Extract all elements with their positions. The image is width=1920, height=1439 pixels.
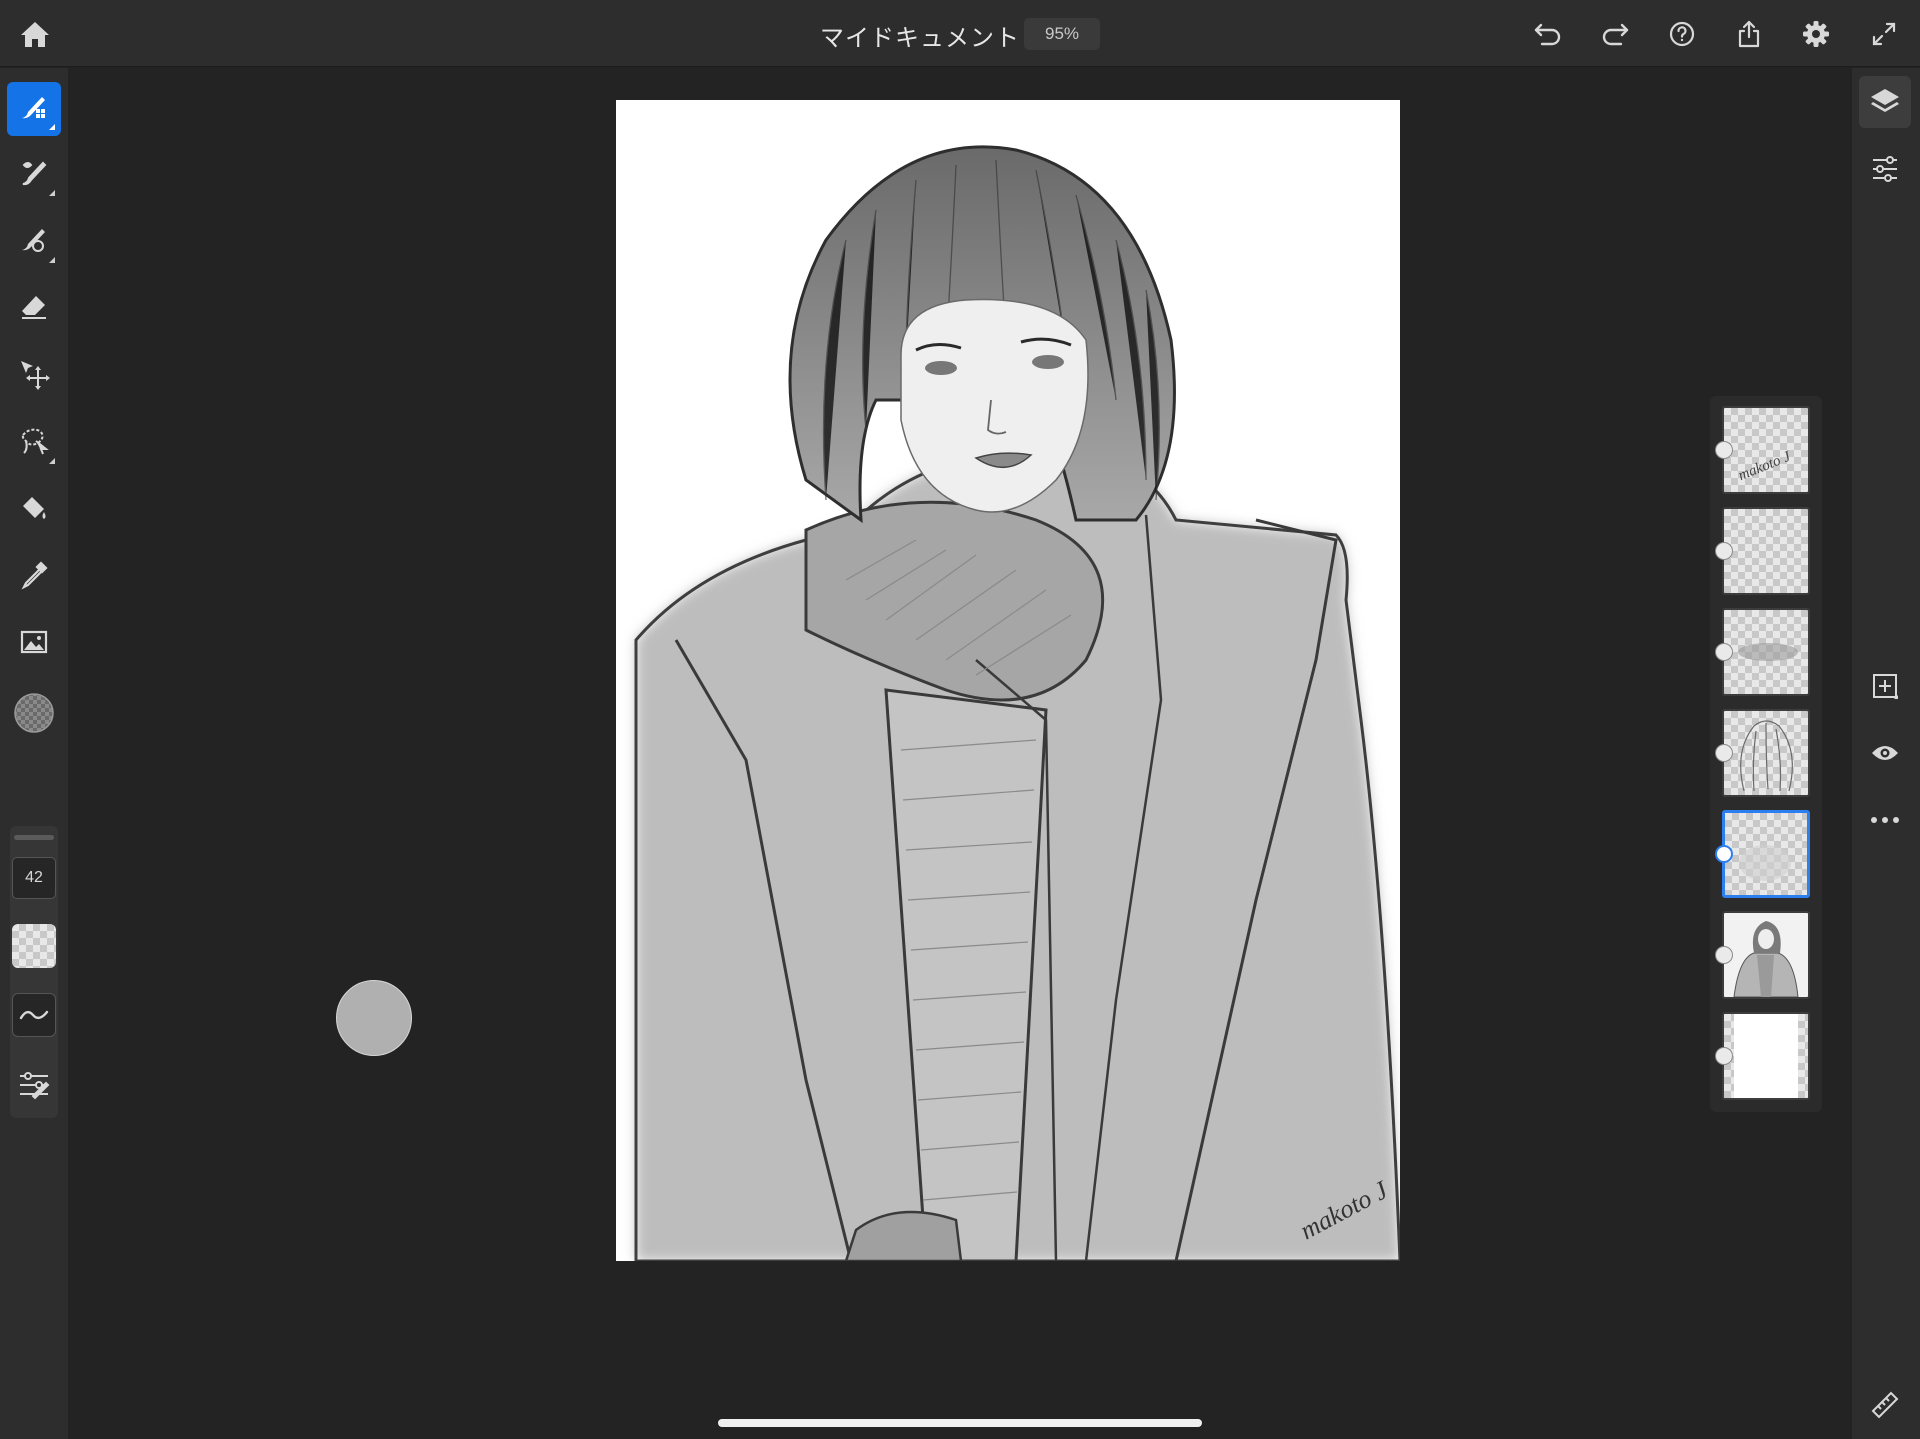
zoom-level[interactable]: 95% [1024, 18, 1100, 50]
eyedropper-tool[interactable] [7, 550, 61, 604]
artwork-illustration: makoto J [634, 145, 1400, 1261]
vector-brush-tool[interactable] [7, 215, 61, 269]
layer-drag-handle[interactable] [1715, 542, 1733, 560]
color-swatch[interactable] [7, 688, 61, 742]
layer-drag-handle[interactable] [1715, 744, 1733, 762]
fill-tool-icon [18, 492, 50, 529]
fullscreen-icon[interactable] [1864, 14, 1904, 54]
layer-image-icon[interactable] [1715, 1047, 1733, 1065]
layer-drag-handle[interactable] [1715, 441, 1733, 459]
layer-thumbnail-selected[interactable] [1722, 810, 1810, 898]
undo-icon[interactable] [1528, 14, 1568, 54]
smoothing-icon[interactable] [12, 993, 56, 1037]
eyedropper-tool-icon [18, 559, 50, 596]
layer-thumbnail[interactable] [1722, 507, 1810, 595]
add-layer-icon[interactable] [1859, 660, 1911, 712]
live-brush-tool[interactable] [7, 148, 61, 202]
image-tool-icon [18, 626, 50, 663]
selection-tool[interactable] [7, 416, 61, 470]
eraser-tool-icon [18, 291, 50, 328]
vector-brush-tool-icon [18, 224, 50, 261]
layer-properties-icon[interactable] [1859, 143, 1911, 195]
color-swatch-icon [13, 692, 55, 739]
layer-drag-handle-selected[interactable] [1715, 845, 1733, 863]
more-icon[interactable] [1859, 794, 1911, 846]
tool-panel: 42 [0, 68, 68, 1439]
home-icon[interactable] [15, 14, 55, 54]
layer-drag-handle[interactable] [1715, 643, 1733, 661]
transform-tool-icon [18, 358, 50, 395]
opacity-icon[interactable] [12, 924, 56, 968]
layer-thumbnail[interactable] [1722, 709, 1810, 797]
live-brush-tool-icon [18, 157, 50, 194]
eraser-tool[interactable] [7, 282, 61, 336]
transform-tool[interactable] [7, 349, 61, 403]
top-bar: マイドキュメント 95% [0, 0, 1920, 67]
drawing-canvas[interactable]: makoto J [616, 100, 1400, 1261]
layer-drag-handle[interactable] [1715, 946, 1733, 964]
layers-icon[interactable] [1859, 76, 1911, 128]
touch-modifier-button[interactable] [336, 980, 412, 1056]
brush-size-field[interactable]: 42 [12, 857, 56, 899]
home-indicator[interactable] [718, 1419, 1202, 1427]
settings-icon[interactable] [1796, 14, 1836, 54]
fill-tool[interactable] [7, 483, 61, 537]
panel-grip[interactable] [14, 835, 54, 840]
pixel-brush-tool[interactable] [7, 82, 61, 136]
share-icon[interactable] [1729, 14, 1769, 54]
brush-settings-icon[interactable] [17, 1070, 51, 1105]
layer-signature-preview: makoto J [1736, 448, 1794, 484]
document-title[interactable]: マイドキュメント [820, 18, 1020, 53]
redo-icon[interactable] [1595, 14, 1635, 54]
help-icon[interactable] [1662, 14, 1702, 54]
visibility-icon[interactable] [1859, 727, 1911, 779]
selection-tool-icon [18, 425, 50, 462]
layer-thumbnail[interactable] [1722, 1012, 1810, 1100]
image-tool[interactable] [7, 617, 61, 671]
layer-thumbnail[interactable]: makoto J [1722, 406, 1810, 494]
layer-thumbnail[interactable] [1722, 608, 1810, 696]
ruler-icon[interactable] [1859, 1379, 1911, 1431]
pixel-brush-tool-icon [18, 91, 50, 128]
layer-thumbnail[interactable] [1722, 911, 1810, 999]
